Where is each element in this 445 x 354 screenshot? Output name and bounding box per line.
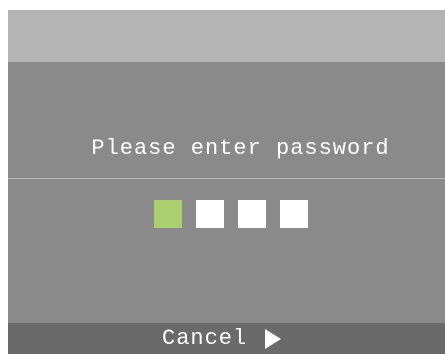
cancel-button[interactable]: Cancel [162,323,282,354]
password-screen: Please enter password Cancel [8,10,445,354]
cancel-label: Cancel [162,326,248,351]
pin-digit-2[interactable] [196,200,224,228]
pin-digit-4[interactable] [280,200,308,228]
play-arrow-icon [265,328,282,349]
title-bar [8,10,445,62]
bottom-bar: Cancel [8,323,445,354]
divider [8,178,445,179]
pin-digit-3[interactable] [238,200,266,228]
pin-entry[interactable] [154,200,308,228]
pin-digit-1[interactable] [154,200,182,228]
password-prompt: Please enter password [91,136,390,161]
